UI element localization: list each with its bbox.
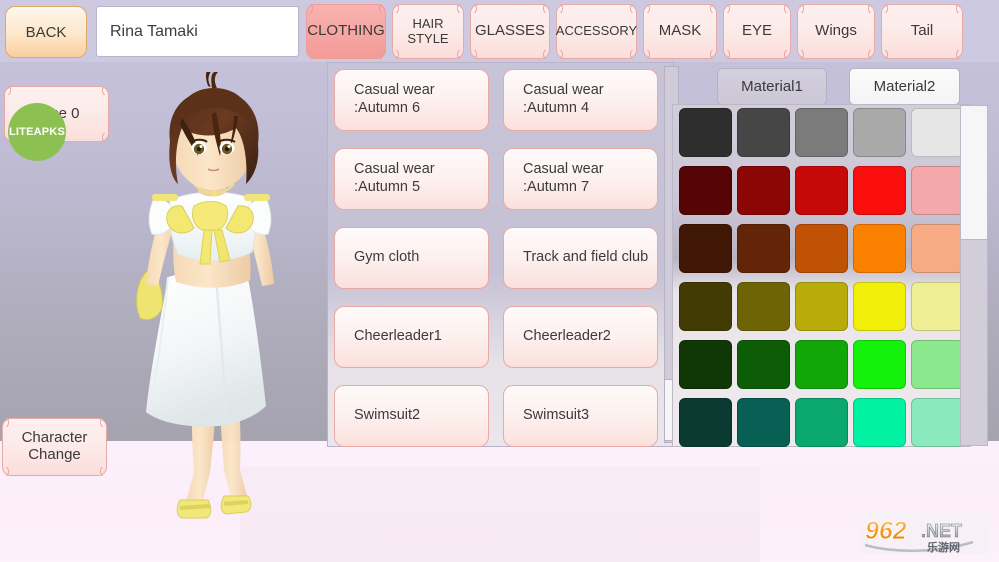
tab-label: Tail xyxy=(911,23,934,40)
character-model[interactable] xyxy=(120,72,335,532)
color-swatch[interactable] xyxy=(911,108,964,157)
color-swatch[interactable] xyxy=(853,166,906,215)
color-swatch[interactable] xyxy=(737,108,790,157)
clothing-item[interactable]: Cheerleader1 xyxy=(334,306,489,368)
color-swatch[interactable] xyxy=(795,108,848,157)
color-swatch[interactable] xyxy=(679,340,732,389)
color-swatch[interactable] xyxy=(911,398,964,447)
tab-label: ACCESSORY xyxy=(556,24,637,39)
color-swatch[interactable] xyxy=(853,398,906,447)
color-swatch[interactable] xyxy=(911,224,964,273)
color-swatch[interactable] xyxy=(737,282,790,331)
site-watermark: 962 .NET 乐游网 xyxy=(861,512,989,554)
color-swatch[interactable] xyxy=(795,340,848,389)
color-swatch[interactable] xyxy=(679,224,732,273)
tab-label: HAIR STYLE xyxy=(407,17,448,46)
tab-hair-style[interactable]: HAIR STYLE xyxy=(392,4,464,59)
color-swatch[interactable] xyxy=(795,224,848,273)
tab-label: Wings xyxy=(815,23,857,40)
color-swatch[interactable] xyxy=(737,340,790,389)
color-swatch[interactable] xyxy=(795,166,848,215)
clothing-item[interactable]: Casual wear :Autumn 4 xyxy=(503,69,658,131)
color-swatch[interactable] xyxy=(853,224,906,273)
tab-label: GLASSES xyxy=(475,23,545,40)
clothing-item[interactable]: Casual wear :Autumn 5 xyxy=(334,148,489,210)
color-swatch[interactable] xyxy=(679,398,732,447)
color-palette-panel xyxy=(672,104,971,447)
liteapks-watermark-badge: LITEAPKS xyxy=(8,103,66,161)
color-swatch[interactable] xyxy=(679,282,732,331)
color-swatch[interactable] xyxy=(853,282,906,331)
material-tab-1[interactable]: Material1 xyxy=(717,68,827,105)
tab-eye[interactable]: EYE xyxy=(723,4,791,59)
clothing-item[interactable]: Casual wear :Autumn 6 xyxy=(334,69,489,131)
top-bar: BACK Rina Tamaki CLOTHING HAIR STYLE GLASS… xyxy=(0,0,999,62)
character-change-label: Character Change xyxy=(22,430,88,464)
clothing-item[interactable]: Track and field club xyxy=(503,227,658,289)
clothing-item[interactable]: Swimsuit2 xyxy=(334,385,489,447)
character-name-input[interactable]: Rina Tamaki xyxy=(96,6,299,57)
tab-glasses[interactable]: GLASSES xyxy=(470,4,550,59)
svg-text:.NET: .NET xyxy=(921,521,962,541)
tab-wings[interactable]: Wings xyxy=(797,4,875,59)
color-swatch[interactable] xyxy=(795,282,848,331)
color-swatch[interactable] xyxy=(853,108,906,157)
clothing-item-grid: Casual wear :Autumn 6Casual wear :Autumn… xyxy=(334,69,658,443)
palette-scrollbar-thumb[interactable] xyxy=(960,105,988,240)
color-swatch[interactable] xyxy=(679,108,732,157)
tab-clothing[interactable]: CLOTHING xyxy=(306,4,386,59)
color-swatch[interactable] xyxy=(737,166,790,215)
color-swatch[interactable] xyxy=(853,340,906,389)
tab-mask[interactable]: MASK xyxy=(643,4,717,59)
back-button[interactable]: BACK xyxy=(5,6,87,58)
tab-tail[interactable]: Tail xyxy=(881,4,963,59)
svg-text:962: 962 xyxy=(865,517,907,545)
color-swatch[interactable] xyxy=(911,340,964,389)
tab-label: EYE xyxy=(742,23,772,40)
color-swatch[interactable] xyxy=(911,282,964,331)
clothing-item[interactable]: Gym cloth xyxy=(334,227,489,289)
color-swatch[interactable] xyxy=(911,166,964,215)
svg-text:乐游网: 乐游网 xyxy=(927,540,960,554)
clothing-item[interactable]: Cheerleader2 xyxy=(503,306,658,368)
tab-label: MASK xyxy=(659,23,702,40)
color-swatch[interactable] xyxy=(679,166,732,215)
material-tab-2[interactable]: Material2 xyxy=(849,68,960,105)
color-swatch[interactable] xyxy=(737,224,790,273)
character-change-button[interactable]: Character Change xyxy=(2,418,107,476)
color-swatch[interactable] xyxy=(795,398,848,447)
clothing-list-panel: Casual wear :Autumn 6Casual wear :Autumn… xyxy=(327,62,674,447)
tab-label: CLOTHING xyxy=(307,23,385,40)
app-root: BACK Rina Tamaki CLOTHING HAIR STYLE GLASS… xyxy=(0,0,999,562)
clothing-item[interactable]: Swimsuit3 xyxy=(503,385,658,447)
color-swatch[interactable] xyxy=(737,398,790,447)
clothing-item[interactable]: Casual wear :Autumn 7 xyxy=(503,148,658,210)
tab-accessory[interactable]: ACCESSORY xyxy=(556,4,637,59)
